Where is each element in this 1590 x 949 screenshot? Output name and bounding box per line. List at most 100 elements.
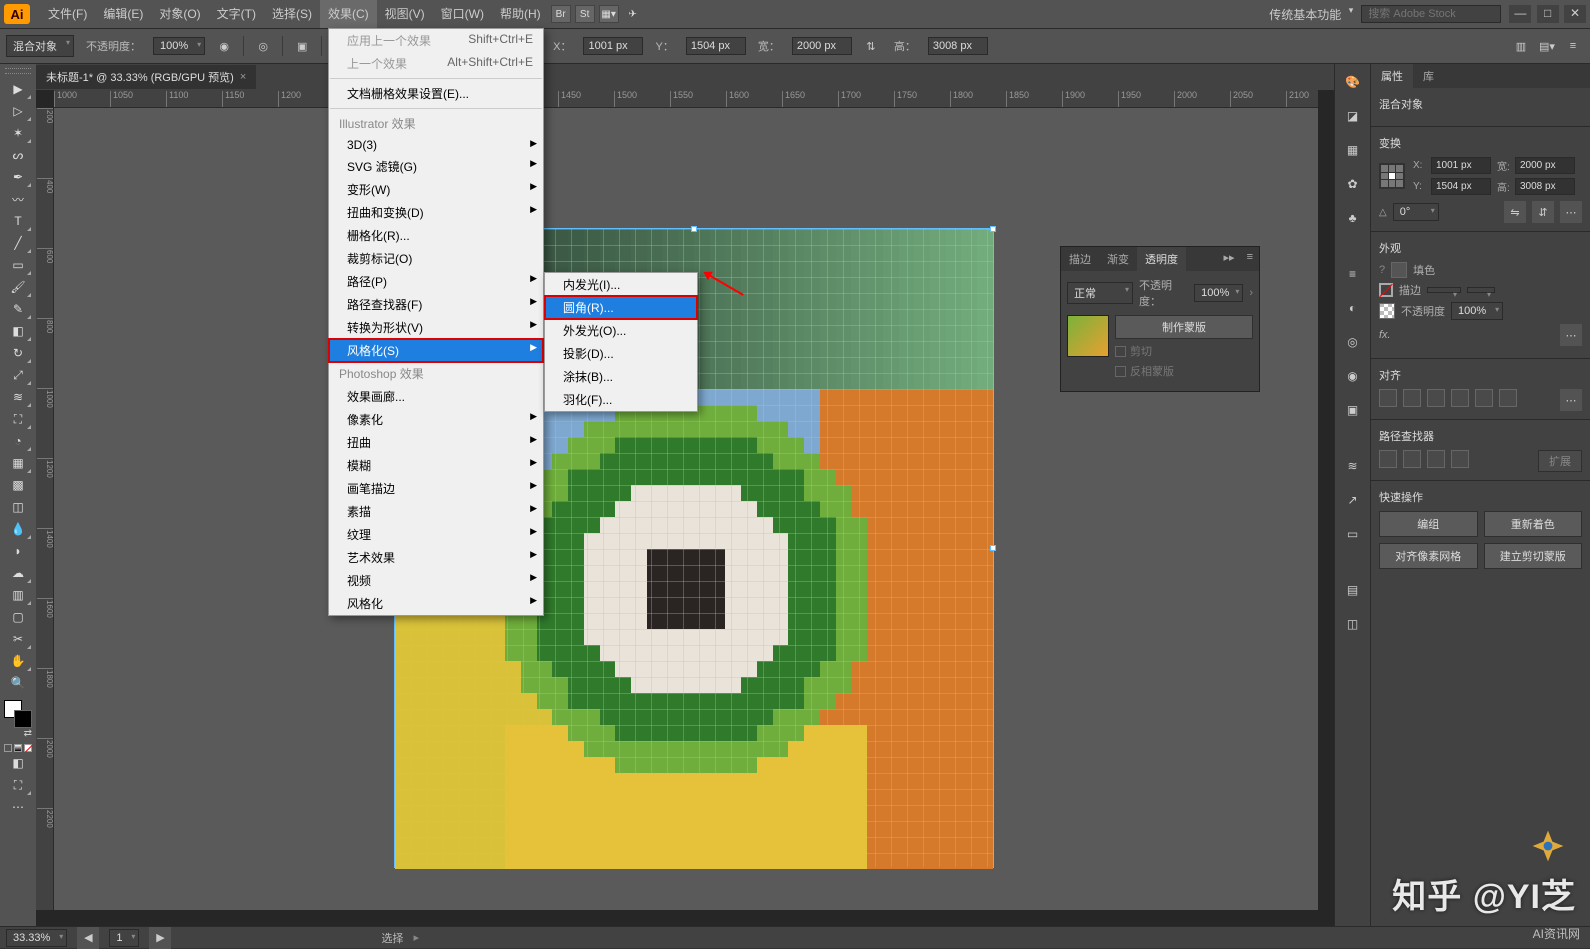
rectangle-tool[interactable]: ▭ bbox=[4, 254, 32, 276]
angle-input[interactable]: 0° bbox=[1393, 203, 1439, 221]
more-options-icon[interactable]: ⋯ bbox=[1560, 201, 1582, 223]
prop-x-input[interactable] bbox=[1431, 157, 1491, 174]
pathfinder-icon[interactable]: ◫ bbox=[1341, 612, 1365, 636]
pen-tool[interactable]: ✒ bbox=[4, 166, 32, 188]
fx-warp-item[interactable]: 变形(W)▶ bbox=[329, 178, 543, 201]
fx-pathfinder-item[interactable]: 路径查找器(F)▶ bbox=[329, 293, 543, 316]
shaper-tool[interactable]: ✎ bbox=[4, 298, 32, 320]
blend-tool[interactable]: ◗ bbox=[4, 540, 32, 562]
column-graph-tool[interactable]: ▥ bbox=[4, 584, 32, 606]
transp-tab-stroke[interactable]: 描边 bbox=[1061, 247, 1099, 271]
recolor-button[interactable]: 重新着色 bbox=[1484, 511, 1583, 537]
prop-y-input[interactable] bbox=[1431, 178, 1491, 195]
line-tool[interactable]: ╱ bbox=[4, 232, 32, 254]
ruler-horizontal[interactable]: 1000105011001150120012501300135014001450… bbox=[54, 90, 1318, 108]
selection-tool[interactable]: ▶ bbox=[4, 78, 32, 100]
maximize-button[interactable]: □ bbox=[1537, 5, 1559, 23]
brushes-icon[interactable]: ✿ bbox=[1341, 172, 1365, 196]
swatches-icon[interactable]: ▦ bbox=[1341, 138, 1365, 162]
fx-stylize-item[interactable]: 风格化(S)▶ bbox=[329, 339, 543, 362]
fx-video-item[interactable]: 视频▶ bbox=[329, 569, 543, 592]
hand-tool[interactable]: ✋ bbox=[4, 650, 32, 672]
fx-sketch-item[interactable]: 素描▶ bbox=[329, 500, 543, 523]
lock-aspect-icon[interactable]: ⇅ bbox=[860, 35, 882, 57]
selection-type[interactable]: 混合对象 bbox=[6, 35, 74, 57]
style-icon[interactable]: ◉ bbox=[213, 35, 235, 57]
palette-grip[interactable] bbox=[5, 68, 31, 74]
pf-minus-icon[interactable] bbox=[1403, 450, 1421, 468]
prop-opacity-input[interactable]: 100% bbox=[1451, 302, 1503, 320]
menu-view[interactable]: 视图(V) bbox=[377, 0, 433, 28]
slice-tool[interactable]: ✂ bbox=[4, 628, 32, 650]
workspace-switcher[interactable]: 传统基本功能 bbox=[1261, 4, 1355, 25]
close-tab-icon[interactable]: × bbox=[240, 71, 246, 83]
fx-blur-item[interactable]: 模糊▶ bbox=[329, 454, 543, 477]
transp-opacity-input[interactable]: 100% bbox=[1194, 284, 1243, 302]
search-stock-input[interactable] bbox=[1361, 5, 1501, 23]
stroke-swatch[interactable] bbox=[1379, 283, 1393, 297]
transparency-panel-icon[interactable]: ◎ bbox=[1341, 330, 1365, 354]
fx-label[interactable]: fx. bbox=[1379, 329, 1391, 341]
gradient-panel-icon[interactable]: ◐ bbox=[1341, 296, 1365, 320]
fill-swatch[interactable] bbox=[1391, 262, 1407, 278]
gradient-tool[interactable]: ◫ bbox=[4, 496, 32, 518]
w-input[interactable] bbox=[792, 37, 852, 55]
editmode-icon[interactable]: ▤▾ bbox=[1536, 35, 1558, 57]
selection-handle[interactable] bbox=[990, 545, 996, 551]
lasso-tool[interactable]: ᔕ bbox=[4, 144, 32, 166]
panel-menu-icon[interactable]: ≡ bbox=[1241, 247, 1259, 271]
h-input[interactable] bbox=[928, 37, 988, 55]
align-panel-icon[interactable]: ▤ bbox=[1341, 578, 1365, 602]
fx-3d-item[interactable]: 3D(3)▶ bbox=[329, 135, 543, 155]
x-input[interactable] bbox=[583, 37, 643, 55]
minimize-button[interactable]: — bbox=[1509, 5, 1531, 23]
document-tab[interactable]: 未标题-1* @ 33.33% (RGB/GPU 预览) × bbox=[36, 65, 256, 89]
opacity-slider-icon[interactable]: › bbox=[1249, 287, 1253, 299]
align-pixel-grid-button[interactable]: 对齐像素网格 bbox=[1379, 543, 1478, 569]
isolate-icon[interactable]: ▥ bbox=[1510, 35, 1532, 57]
menu-edit[interactable]: 编辑(E) bbox=[95, 0, 151, 28]
color-panel-icon[interactable]: 🎨 bbox=[1341, 70, 1365, 94]
tab-libraries[interactable]: 库 bbox=[1413, 64, 1444, 88]
align-bottom-icon[interactable] bbox=[1499, 389, 1517, 407]
draw-mode-icon[interactable]: ◧ bbox=[4, 752, 32, 774]
fx-crop-marks-item[interactable]: 裁剪标记(O) bbox=[329, 247, 543, 270]
fill-stroke-swatch[interactable] bbox=[4, 700, 32, 728]
menu-object[interactable]: 对象(O) bbox=[151, 0, 208, 28]
appearance-more-icon[interactable]: ⋯ bbox=[1560, 324, 1582, 346]
menu-effect[interactable]: 效果(C) bbox=[320, 0, 377, 28]
fx-artistic-item[interactable]: 艺术效果▶ bbox=[329, 546, 543, 569]
fx-convert-shape-item[interactable]: 转换为形状(V)▶ bbox=[329, 316, 543, 339]
blend-mode-select[interactable]: 正常 bbox=[1067, 282, 1133, 304]
fx-svg-filters-item[interactable]: SVG 滤镜(G)▶ bbox=[329, 155, 543, 178]
make-mask-button[interactable]: 制作蒙版 bbox=[1115, 315, 1253, 339]
artboard-next-icon[interactable]: ▶ bbox=[149, 927, 171, 949]
artboards-icon[interactable]: ▭ bbox=[1341, 522, 1365, 546]
layers-icon[interactable]: ≋ bbox=[1341, 454, 1365, 478]
opacity-field[interactable]: 100% bbox=[153, 37, 205, 55]
artboard-nav[interactable]: 1 bbox=[109, 929, 139, 947]
prop-h-input[interactable] bbox=[1515, 178, 1575, 195]
menu-help[interactable]: 帮助(H) bbox=[492, 0, 549, 28]
graphic-styles-icon[interactable]: ▣ bbox=[1341, 398, 1365, 422]
clip-checkbox[interactable]: 剪切 bbox=[1115, 343, 1253, 359]
stock-icon[interactable]: St bbox=[575, 5, 595, 23]
menu-file[interactable]: 文件(F) bbox=[40, 0, 95, 28]
align-hcenter-icon[interactable] bbox=[1403, 389, 1421, 407]
make-clip-mask-button[interactable]: 建立剪切蒙版 bbox=[1484, 543, 1583, 569]
color-mode-icons[interactable] bbox=[4, 744, 32, 752]
apply-last-effect-item[interactable]: 应用上一个效果Shift+Ctrl+E bbox=[329, 29, 543, 52]
align-left-icon[interactable] bbox=[1379, 389, 1397, 407]
flip-h-icon[interactable]: ⇋ bbox=[1504, 201, 1526, 223]
scribble-item[interactable]: 涂抹(B)... bbox=[545, 365, 697, 388]
tab-properties[interactable]: 属性 bbox=[1371, 64, 1413, 88]
fx-effect-gallery-item[interactable]: 效果画廊... bbox=[329, 385, 543, 408]
direct-selection-tool[interactable]: ▷ bbox=[4, 100, 32, 122]
fx-distort-transform-item[interactable]: 扭曲和变换(D)▶ bbox=[329, 201, 543, 224]
drop-shadow-item[interactable]: 投影(D)... bbox=[545, 342, 697, 365]
inner-glow-item[interactable]: 内发光(I)... bbox=[545, 273, 697, 296]
canvas[interactable] bbox=[54, 108, 1318, 910]
align-more-icon[interactable]: ⋯ bbox=[1560, 389, 1582, 411]
reference-point-widget[interactable] bbox=[1379, 163, 1405, 189]
menu-type[interactable]: 文字(T) bbox=[209, 0, 264, 28]
